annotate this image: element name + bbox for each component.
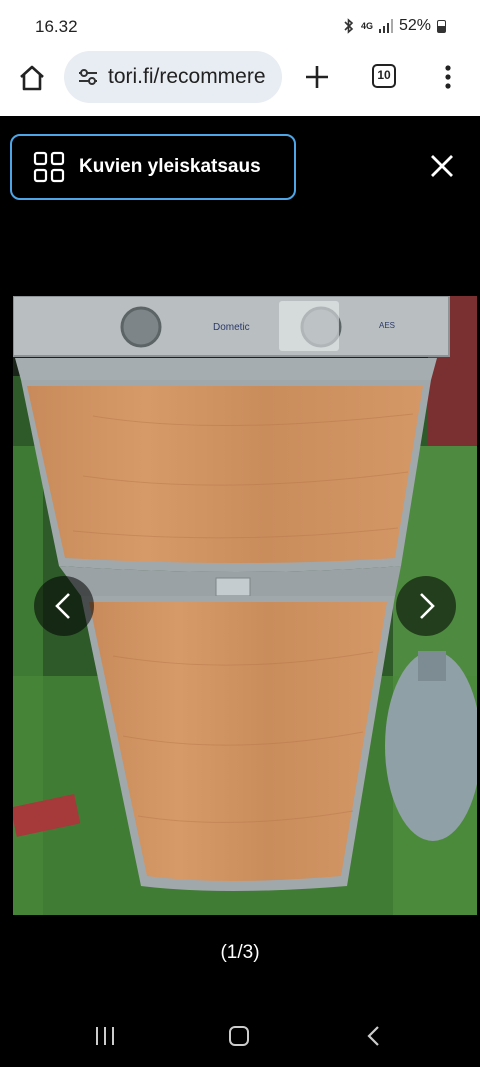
back-icon[interactable] xyxy=(366,1025,380,1047)
address-bar[interactable]: tori.fi/recommere xyxy=(64,51,282,103)
url-text: tori.fi/recommere xyxy=(108,65,266,88)
previous-image-button[interactable] xyxy=(34,576,94,636)
status-icons: 4G 52% xyxy=(343,17,446,35)
battery-percent: 52% xyxy=(398,17,431,34)
more-menu-icon[interactable] xyxy=(440,64,456,90)
home-nav-button[interactable] xyxy=(229,1026,249,1046)
image-overview-button[interactable]: Kuvien yleiskatsaus xyxy=(10,134,296,200)
image-overview-label: Kuvien yleiskatsaus xyxy=(79,156,261,177)
bluetooth-icon xyxy=(344,18,354,34)
new-tab-icon[interactable] xyxy=(302,62,332,92)
grid-icon xyxy=(33,151,65,183)
network-type: 4G xyxy=(360,21,373,31)
chevron-left-icon xyxy=(55,593,70,619)
image-counter: (1/3) xyxy=(220,942,260,963)
status-bar: 16.32 4G 52% xyxy=(0,0,480,50)
photo-brand-text: Dometic xyxy=(213,322,250,333)
browser-toolbar: tori.fi/recommere 10 xyxy=(0,50,480,116)
tab-switcher-button[interactable]: 10 xyxy=(372,64,396,88)
close-icon[interactable] xyxy=(428,152,456,180)
next-image-button[interactable] xyxy=(396,576,456,636)
signal-icon xyxy=(378,19,393,33)
status-time: 16.32 xyxy=(35,17,78,36)
battery-icon xyxy=(437,19,446,33)
site-settings-icon[interactable] xyxy=(76,65,100,89)
system-navigation-bar xyxy=(0,1002,480,1067)
recent-apps-icon[interactable] xyxy=(94,1026,116,1046)
chevron-right-icon xyxy=(420,593,435,619)
photo-badge-text: AES xyxy=(379,321,395,330)
home-icon[interactable] xyxy=(16,62,48,94)
